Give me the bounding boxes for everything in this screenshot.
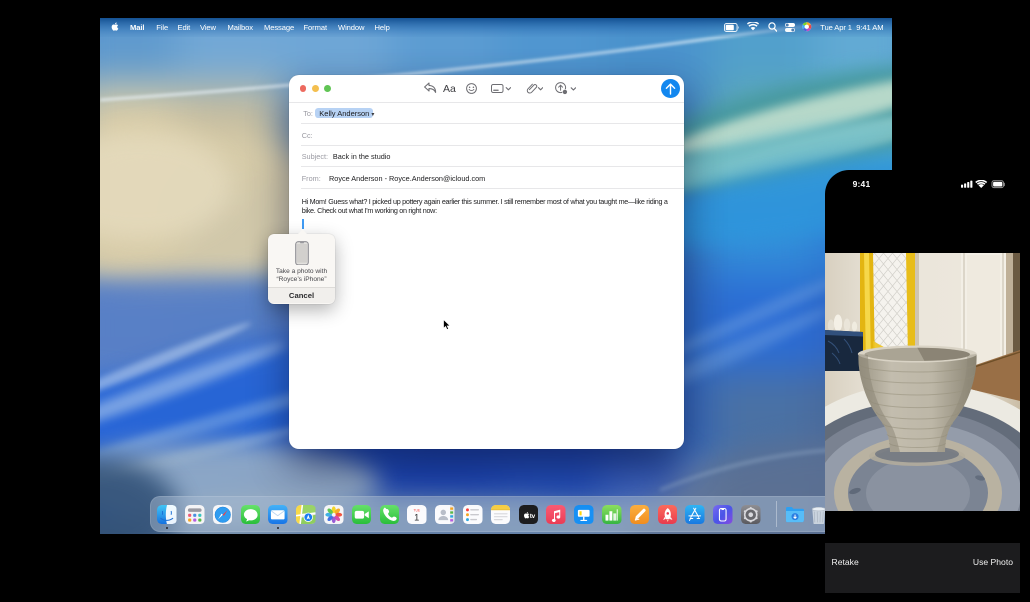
svg-text:1: 1 bbox=[415, 512, 420, 522]
svg-text:tv: tv bbox=[529, 512, 535, 519]
